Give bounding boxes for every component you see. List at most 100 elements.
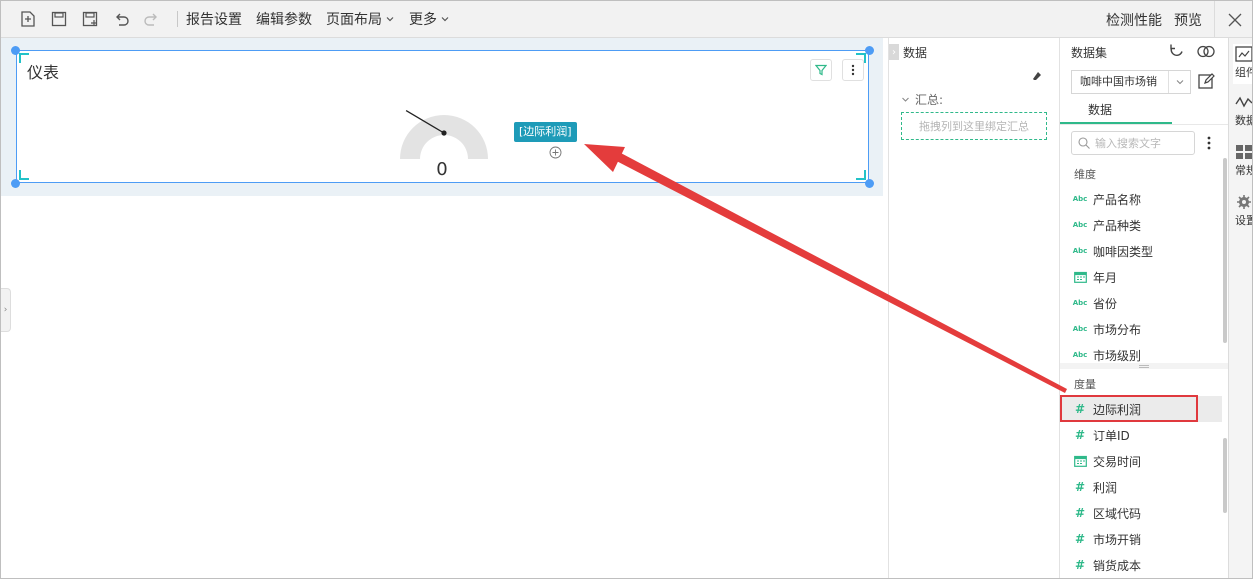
text-type-icon: Abc (1072, 299, 1088, 307)
field-item[interactable]: 交易时间 (1060, 448, 1222, 474)
widget-title: 仪表 (27, 63, 60, 82)
toolbar-right: 检测性能 预览 (1106, 1, 1252, 38)
field-item[interactable]: 年月 (1060, 264, 1222, 290)
number-type-icon: # (1074, 480, 1086, 494)
resize-corner (856, 53, 866, 63)
chevron-right-icon[interactable]: › (889, 44, 899, 60)
resize-handle-top-right[interactable] (865, 46, 874, 55)
preview-button[interactable]: 预览 (1174, 10, 1202, 30)
number-type-icon: # (1074, 428, 1086, 442)
data-icon (1235, 96, 1252, 108)
search-input[interactable] (1095, 136, 1185, 150)
resize-corner (19, 170, 29, 180)
field-label: 销货成本 (1093, 558, 1142, 573)
bound-field-tag[interactable]: [边际利润] (514, 122, 577, 142)
field-item[interactable]: # 订单ID (1060, 422, 1222, 448)
tab-label: 组件 (1235, 66, 1252, 79)
summary-drop-zone[interactable]: 拖拽列到这里绑定汇总 (901, 112, 1047, 140)
tab-label: 数据 (1235, 114, 1252, 127)
summary-section-toggle[interactable]: 汇总: (901, 91, 943, 108)
toolbar: 报告设置 编辑参数 页面布局 更多 检测性能 预览 (1, 1, 1252, 38)
data-binding-panel: › 数据 汇总: 拖拽列到这里绑定汇总 (888, 38, 1060, 578)
field-item[interactable]: Abc 市场分布 (1060, 316, 1222, 342)
filter-icon[interactable] (810, 59, 832, 81)
text-type-icon: Abc (1072, 351, 1088, 359)
close-icon[interactable] (1214, 1, 1252, 38)
tab-divider (1060, 124, 1228, 125)
resize-handle-bottom-right[interactable] (865, 179, 874, 188)
tab-data[interactable]: 数据 (1088, 101, 1112, 118)
save-as-icon[interactable] (77, 6, 103, 32)
report-designer-window: 报告设置 编辑参数 页面布局 更多 检测性能 预览 仪表 0 [边际利润] › … (0, 0, 1253, 579)
chevron-down-icon[interactable] (1168, 71, 1190, 93)
field-item[interactable]: Abc 产品种类 (1060, 212, 1222, 238)
dataset-select[interactable]: 咖啡中国市场销 (1071, 70, 1191, 94)
redo-icon[interactable] (139, 6, 165, 32)
add-circle-icon[interactable] (549, 146, 562, 159)
tab-label: 常规 (1235, 164, 1252, 177)
tab-settings[interactable]: 设置 (1233, 194, 1252, 228)
dimension-section-label: 维度 (1074, 168, 1096, 181)
calendar-icon (1072, 271, 1088, 283)
menu-page-layout[interactable]: 页面布局 (326, 9, 395, 29)
detect-performance-button[interactable]: 检测性能 (1106, 10, 1162, 30)
gauge-value: 0 (436, 159, 448, 180)
resize-corner (19, 53, 29, 63)
annotation-highlight-box (1060, 395, 1198, 422)
field-item[interactable]: # 销货成本 (1060, 552, 1222, 578)
field-label: 产品种类 (1093, 218, 1142, 233)
measure-scrollbar[interactable] (1223, 438, 1227, 513)
gear-icon (1237, 195, 1251, 209)
menu-report-settings[interactable]: 报告设置 (186, 9, 242, 29)
save-icon[interactable] (46, 6, 72, 32)
right-side-tabs: 组件 数据 常规 设置 (1228, 38, 1252, 578)
menu-label: 报告设置 (186, 12, 242, 28)
field-search-box[interactable] (1071, 131, 1195, 155)
dataset-fields-panel: 数据集 咖啡中国市场销 数据 维度 Abc 产品名称 Abc 产品种类 Abc 咖啡因类型… (1060, 38, 1228, 578)
report-canvas[interactable]: 仪表 0 [边际利润] › (1, 38, 888, 578)
canvas-page: 仪表 0 [边际利润] (1, 38, 883, 196)
gauge-widget[interactable]: 仪表 0 [边际利润] (16, 50, 869, 183)
field-label: 交易时间 (1093, 454, 1142, 469)
new-report-icon[interactable] (15, 6, 41, 32)
panel-splitter[interactable] (1060, 363, 1228, 369)
more-vertical-icon[interactable] (1206, 134, 1212, 152)
menu-more[interactable]: 更多 (409, 9, 450, 29)
chevron-down-icon (386, 17, 394, 22)
edit-icon[interactable] (1197, 72, 1215, 90)
menu-label: 页面布局 (326, 12, 382, 28)
resize-corner (856, 170, 866, 180)
left-panel-expand-tab[interactable]: › (1, 288, 11, 332)
tab-general[interactable]: 常规 (1233, 144, 1252, 178)
field-label: 咖啡因类型 (1093, 244, 1154, 259)
resize-handle-top-left[interactable] (11, 46, 20, 55)
menu-edit-params[interactable]: 编辑参数 (256, 9, 312, 29)
field-item[interactable]: Abc 产品名称 (1060, 186, 1222, 212)
resize-handle-bottom-left[interactable] (11, 179, 20, 188)
field-label: 市场级别 (1093, 348, 1142, 363)
field-item[interactable]: # 利润 (1060, 474, 1222, 500)
measure-section-label: 度量 (1074, 378, 1096, 391)
eraser-icon[interactable] (1031, 70, 1043, 82)
field-label: 市场开销 (1093, 532, 1142, 547)
field-label: 省份 (1093, 296, 1118, 311)
dimension-scrollbar[interactable] (1223, 158, 1227, 343)
undo-icon[interactable] (108, 6, 134, 32)
field-label: 区域代码 (1093, 506, 1142, 521)
field-item[interactable]: # 市场开销 (1060, 526, 1222, 552)
dataset-link-icon[interactable] (1196, 43, 1216, 60)
data-panel-title: 数据 (903, 45, 928, 60)
field-item[interactable]: Abc 省份 (1060, 290, 1222, 316)
number-type-icon: # (1074, 506, 1086, 520)
field-label: 利润 (1093, 480, 1118, 495)
calendar-icon (1072, 455, 1088, 467)
number-type-icon: # (1074, 558, 1086, 572)
text-type-icon: Abc (1072, 325, 1088, 333)
grid-icon (1236, 145, 1252, 159)
field-item[interactable]: Abc 咖啡因类型 (1060, 238, 1222, 264)
field-item[interactable]: # 区域代码 (1060, 500, 1222, 526)
field-label: 订单ID (1093, 428, 1130, 443)
refresh-icon[interactable] (1168, 43, 1185, 60)
tab-data-side[interactable]: 数据 (1233, 94, 1252, 128)
tab-component[interactable]: 组件 (1233, 44, 1252, 84)
